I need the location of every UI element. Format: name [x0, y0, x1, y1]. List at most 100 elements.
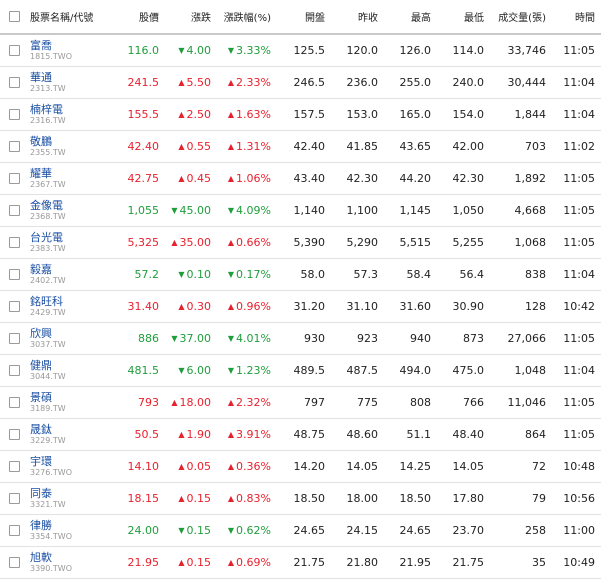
row-checkbox[interactable] — [0, 258, 28, 290]
stock-name-cell: 宇環 3276.TWO — [28, 450, 108, 482]
open-cell: 21.75 — [293, 555, 326, 569]
stock-name-link[interactable]: 華通 — [30, 71, 102, 84]
select-all-checkbox[interactable] — [0, 0, 28, 35]
row-checkbox[interactable] — [0, 514, 28, 546]
change-cell: ▲ 18.00 — [165, 386, 217, 418]
change-pct-value: 4.09% — [236, 203, 271, 217]
volume-cell: 79 — [532, 491, 546, 505]
table-row: 耀華 2367.TW 42.75 ▲ 0.45 ▲ 1.06% 43.40 42.30 44.20… — [0, 162, 601, 194]
stock-name-link[interactable]: 敬鵬 — [30, 135, 102, 148]
checkbox-icon[interactable] — [8, 301, 20, 312]
open-cell: 24.65 — [293, 523, 326, 537]
checkbox-icon[interactable] — [8, 205, 20, 216]
stock-name-link[interactable]: 欣興 — [30, 327, 102, 340]
stock-name-link[interactable]: 楠梓電 — [30, 103, 102, 116]
stock-code: 2313.TW — [30, 83, 66, 93]
header-open[interactable]: 開盤 — [277, 0, 331, 35]
checkbox-icon[interactable] — [8, 461, 20, 472]
row-checkbox[interactable] — [0, 322, 28, 354]
change-pct-value: 3.91% — [236, 427, 271, 441]
row-checkbox[interactable] — [0, 194, 28, 226]
stock-name-link[interactable]: 富喬 — [30, 39, 102, 52]
checkbox-icon[interactable] — [8, 10, 20, 22]
checkbox-icon[interactable] — [8, 493, 20, 504]
high-cell: 165.0 — [399, 107, 432, 121]
row-checkbox[interactable] — [0, 482, 28, 514]
stock-name-link[interactable]: 旭軟 — [30, 551, 102, 564]
stock-name-link[interactable]: 台光電 — [30, 231, 102, 244]
checkbox-icon[interactable] — [8, 429, 20, 440]
up-arrow-icon: ▲ — [171, 397, 178, 407]
table-row: 同泰 3321.TW 18.15 ▲ 0.15 ▲ 0.83% 18.50 18.00 18.50… — [0, 482, 601, 514]
row-checkbox[interactable] — [0, 290, 28, 322]
row-checkbox[interactable] — [0, 354, 28, 386]
prev-close-cell: 48.60 — [346, 427, 379, 441]
header-stock-name[interactable]: 股票名稱/代號 — [28, 0, 108, 35]
checkbox-icon[interactable] — [8, 173, 20, 184]
change-cell: ▼ 45.00 — [165, 194, 217, 226]
row-checkbox[interactable] — [0, 66, 28, 98]
prev-close-cell: 487.5 — [346, 363, 379, 377]
header-volume[interactable]: 成交量(張) — [490, 0, 552, 35]
change-pct-cell: ▲ 0.83% — [217, 482, 277, 514]
up-arrow-icon: ▲ — [227, 77, 235, 87]
checkbox-icon[interactable] — [8, 141, 20, 152]
stock-name-cell: 欣興 3037.TW — [28, 322, 108, 354]
open-cell: 48.75 — [293, 427, 326, 441]
checkbox-icon[interactable] — [8, 109, 20, 120]
stock-name-link[interactable]: 同泰 — [30, 487, 102, 500]
change-pct-cell: ▼ 3.33% — [217, 34, 277, 66]
row-checkbox[interactable] — [0, 34, 28, 66]
checkbox-icon[interactable] — [8, 333, 20, 344]
stock-name-link[interactable]: 晟鈦 — [30, 423, 102, 436]
checkbox-icon[interactable] — [8, 45, 20, 57]
change-value: 0.15 — [186, 555, 212, 569]
down-arrow-icon: ▼ — [171, 333, 178, 343]
high-cell: 14.25 — [399, 459, 432, 473]
stock-name-link[interactable]: 耀華 — [30, 167, 102, 180]
row-checkbox[interactable] — [0, 386, 28, 418]
header-high[interactable]: 最高 — [384, 0, 437, 35]
high-cell: 31.60 — [399, 299, 432, 313]
change-pct-cell: ▲ 1.63% — [217, 98, 277, 130]
header-prev-close[interactable]: 昨收 — [331, 0, 384, 35]
open-cell: 157.5 — [293, 107, 326, 121]
low-cell: 48.40 — [452, 427, 485, 441]
up-arrow-icon: ▲ — [227, 237, 235, 247]
prev-close-cell: 31.10 — [346, 299, 379, 313]
checkbox-icon[interactable] — [8, 77, 20, 88]
checkbox-icon[interactable] — [8, 557, 20, 568]
table-row: 富喬 1815.TWO 116.0 ▼ 4.00 ▼ 3.33% 125.5 120.0 126.… — [0, 34, 601, 66]
change-pct-cell: ▼ 1.23% — [217, 354, 277, 386]
stock-name-link[interactable]: 健鼎 — [30, 359, 102, 372]
stock-name-link[interactable]: 律勝 — [30, 519, 102, 532]
row-checkbox[interactable] — [0, 162, 28, 194]
stock-name-link[interactable]: 銘旺科 — [30, 295, 102, 308]
stock-name-link[interactable]: 毅嘉 — [30, 263, 102, 276]
header-time[interactable]: 時間 — [552, 0, 601, 35]
stock-name-link[interactable]: 景碩 — [30, 391, 102, 404]
volume-cell: 4,668 — [514, 203, 547, 217]
down-arrow-icon: ▼ — [227, 205, 235, 215]
checkbox-icon[interactable] — [8, 397, 20, 408]
stock-name-link[interactable]: 宇環 — [30, 455, 102, 468]
stock-code: 3321.TW — [30, 499, 66, 509]
stock-name-link[interactable]: 金像電 — [30, 199, 102, 212]
stock-name-cell: 律勝 3354.TWO — [28, 514, 108, 546]
checkbox-icon[interactable] — [8, 237, 20, 248]
change-value: 1.90 — [186, 427, 212, 441]
header-change[interactable]: 漲跌 — [165, 0, 217, 35]
header-low[interactable]: 最低 — [437, 0, 490, 35]
row-checkbox[interactable] — [0, 130, 28, 162]
header-price[interactable]: 股價 — [108, 0, 165, 35]
checkbox-icon[interactable] — [8, 269, 20, 280]
row-checkbox[interactable] — [0, 450, 28, 482]
volume-cell: 1,048 — [514, 363, 547, 377]
row-checkbox[interactable] — [0, 226, 28, 258]
row-checkbox[interactable] — [0, 546, 28, 578]
checkbox-icon[interactable] — [8, 365, 20, 376]
checkbox-icon[interactable] — [8, 525, 20, 536]
header-change-pct[interactable]: 漲跌幅(%) — [217, 0, 277, 35]
row-checkbox[interactable] — [0, 98, 28, 130]
row-checkbox[interactable] — [0, 418, 28, 450]
